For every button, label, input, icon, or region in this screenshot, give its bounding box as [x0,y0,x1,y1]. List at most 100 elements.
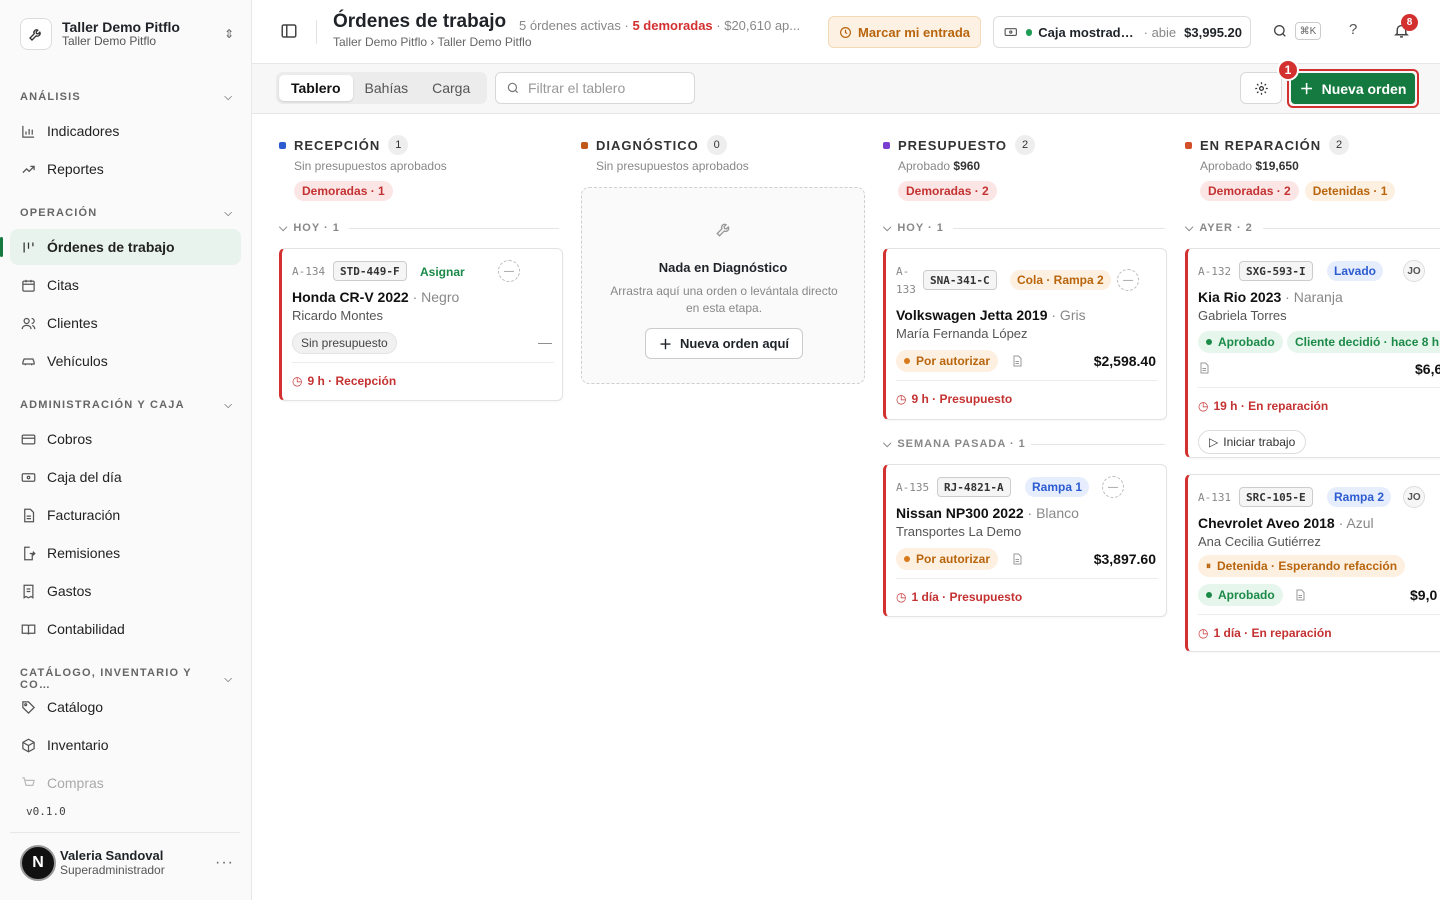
user-role: Superadministrador [60,863,165,878]
sidebar-item-catalogo[interactable]: Catálogo [10,689,241,725]
sidebar-item-gastos[interactable]: Gastos [10,573,241,609]
on-hold-chip[interactable]: Detenidas · 1 [1304,181,1396,201]
wrench-icon [20,18,52,50]
empty-description: Arrastra aquí una orden o levántala dire… [610,284,838,316]
new-order-here-button[interactable]: ＋ Nueva orden aquí [645,328,803,359]
sidebar-item-facturacion[interactable]: Facturación [10,497,241,533]
assign-link[interactable]: Asignar [420,265,465,279]
column-color-dot [279,141,286,149]
cart-icon [20,775,36,791]
bar-chart-icon [20,123,36,139]
sidebar-item-caja[interactable]: Caja del día [10,459,241,495]
clock-icon [840,26,851,38]
vehicle-name: Honda CR-V 2022 · Negro [292,289,460,305]
tab-bahias[interactable]: Bahías [353,75,421,101]
technician-avatar[interactable]: JO [1403,260,1425,282]
more-icon[interactable]: ··· [215,854,234,872]
sidebar-item-reportes[interactable]: Reportes [10,151,241,187]
sidebar-item-vehiculos[interactable]: Vehículos [10,343,241,379]
user-menu[interactable]: N Valeria Sandoval Superadministrador ··… [10,832,240,892]
chevron-updown-icon: ⇕ [223,27,234,41]
dash-icon: — [538,334,552,350]
column-color-dot [581,141,588,149]
decision-badge: Cliente decidió · hace 8 h [1287,331,1440,353]
order-id: A-134 [292,265,326,278]
tab-tablero[interactable]: Tablero [279,75,353,101]
order-card[interactable]: A-134 STD-449-F Asignar — Honda CR-V 202… [279,248,563,401]
start-work-button[interactable]: ▷ Iniciar trabajo [1198,430,1307,454]
clock-icon: ◷ [1198,626,1209,640]
order-amount: $6,67 [1415,361,1440,377]
status-badge: Por autorizar [896,548,999,570]
page-title: Órdenes de trabajo [333,11,507,32]
order-card[interactable]: A-132 SXG-593-I Lavado JO Kia Rio 2023 ·… [1185,248,1440,458]
document-icon[interactable] [1011,354,1023,368]
empty-title: Nada en Diagnóstico [658,260,788,275]
new-order-button[interactable]: ＋ Nueva orden [1291,73,1415,104]
group-header[interactable]: ⌵ HOY · 1 [883,220,1167,236]
sidebar-item-contabilidad[interactable]: Contabilidad [10,611,241,647]
credit-card-icon [20,431,36,447]
section-catalogo[interactable]: CATÁLOGO, INVENTARIO Y CO… ⌵ [20,667,232,691]
tab-carga[interactable]: Carga [420,75,482,101]
clock-icon: ◷ [1198,399,1209,413]
order-id: A-132 [1198,265,1232,278]
document-icon[interactable] [1198,361,1210,375]
column-count: 2 [1329,135,1350,155]
sidebar-item-citas[interactable]: Citas [10,267,241,303]
plate: SXG-593-I [1239,261,1313,281]
budget-badge: Sin presupuesto [292,332,397,354]
clock-in-button[interactable]: Marcar mi entrada [828,16,981,48]
late-chip[interactable]: Demoradas · 1 [294,181,393,201]
column-count: 0 [706,135,727,155]
workspace-switcher[interactable]: Taller Demo Pitflo Taller Demo Pitflo ⇕ [20,14,240,54]
late-chip[interactable]: Demoradas · 2 [898,181,997,201]
plate: SRC-105-E [1239,487,1313,507]
customer-name: Gabriela Torres [1198,308,1287,323]
plate: STD-449-F [333,261,407,281]
unassigned-icon[interactable]: — [498,260,520,282]
document-icon[interactable] [1294,588,1306,602]
document-icon[interactable] [1011,552,1023,566]
filter-field[interactable] [495,72,695,104]
column-color-dot [883,141,890,149]
order-id: A-131 [1198,491,1232,504]
section-administracion[interactable]: ADMINISTRACIÓN Y CAJA ⌵ [20,399,232,411]
section-operacion[interactable]: OPERACIÓN ⌵ [20,207,232,219]
sidebar-item-indicadores[interactable]: Indicadores [10,113,241,149]
empty-dropzone[interactable]: Nada en Diagnóstico Arrastra aquí una or… [581,187,865,384]
group-header[interactable]: ⌵ AYER · 2 [1185,220,1440,236]
sidebar-item-inventario[interactable]: Inventario [10,727,241,763]
sidebar-item-ordenes[interactable]: Órdenes de trabajo [0,229,241,265]
group-header[interactable]: ⌵ HOY · 1 [279,220,563,236]
tag-icon [20,699,36,715]
sidebar-item-clientes[interactable]: Clientes [10,305,241,341]
filter-input[interactable] [528,80,688,96]
status-badge: Por autorizar [896,350,999,372]
sidebar-toggle-icon[interactable] [280,22,300,42]
group-header[interactable]: ⌵ SEMANA PASADA · 1 [883,436,1167,452]
order-amount: $3,897.60 [1093,551,1156,567]
order-card[interactable]: A-135 RJ-4821-A Rampa 1 — Nissan NP300 2… [883,464,1167,617]
sidebar-item-remisiones[interactable]: Remisiones [10,535,241,571]
status-dot [1025,28,1033,36]
clock-icon: ◷ [896,590,907,604]
sidebar-item-cobros[interactable]: Cobros [10,421,241,457]
cash-register-selector[interactable]: Caja mostrad… · abie $3,995.20 [993,16,1251,48]
search-icon[interactable] [1272,23,1288,42]
trending-up-icon [20,161,36,177]
sidebar-item-compras[interactable]: Compras [10,765,241,801]
order-card[interactable]: A-131 SRC-105-E Rampa 2 JO Chevrolet Ave… [1185,474,1440,652]
unassigned-icon[interactable]: — [1102,476,1124,498]
section-analisis[interactable]: ANÁLISIS ⌵ [20,91,232,103]
technician-avatar[interactable]: JO [1403,486,1425,508]
breadcrumb[interactable]: Taller Demo Pitflo › Taller Demo Pitflo [333,35,532,49]
board-settings-button[interactable] [1240,72,1282,104]
help-icon[interactable]: ? [1349,21,1357,38]
wrench-icon [715,220,733,241]
chevron-down-icon: ⌵ [224,91,232,103]
late-chip[interactable]: Demoradas · 2 [1200,181,1299,201]
unassigned-icon[interactable]: — [1117,269,1139,291]
column-subtitle: Sin presupuestos aprobados [596,159,749,173]
order-card[interactable]: A- 133 SNA-341-C Cola · Rampa 2 — Volkswa… [883,248,1167,420]
